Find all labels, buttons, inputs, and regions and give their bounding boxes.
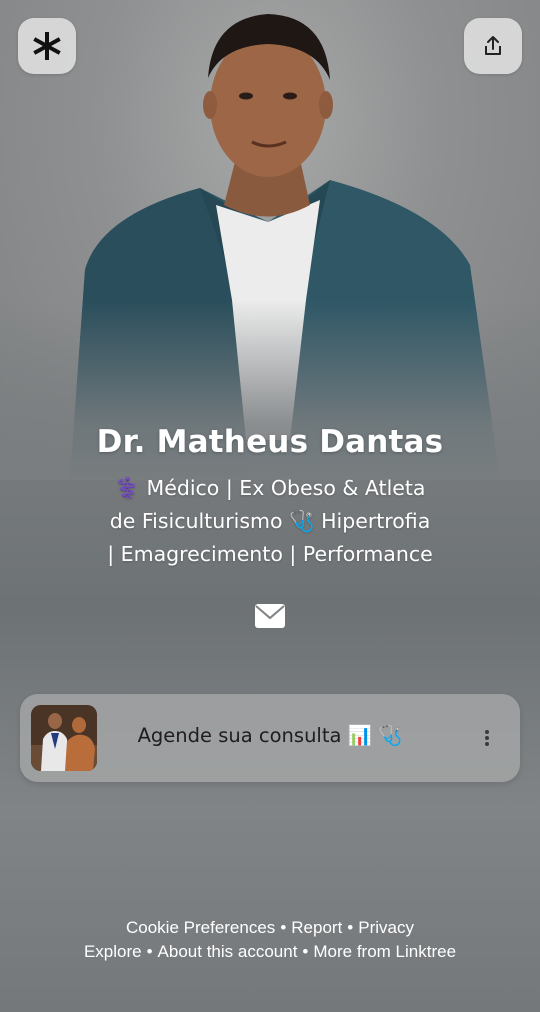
mail-icon <box>255 604 285 628</box>
footer-separator: • <box>146 942 153 961</box>
link-label: Agende sua consulta 📊 🩺 <box>137 724 403 747</box>
privacy-link[interactable]: Privacy <box>358 918 414 937</box>
profile-thumbnail <box>31 705 97 771</box>
footer-separator: • <box>280 918 287 937</box>
email-button[interactable] <box>252 600 288 632</box>
share-button[interactable] <box>464 18 522 74</box>
bio-line: de Fisiculturismo 🩺 Hipertrofia <box>109 509 431 533</box>
more-from-linktree-link[interactable]: More from Linktree <box>313 942 456 961</box>
footer: Cookie Preferences • Report • Privacy Explor… <box>0 916 540 964</box>
bio-line: | Emagrecimento | Performance <box>107 542 433 566</box>
kebab-dots <box>485 730 489 746</box>
more-vertical-icon[interactable] <box>476 724 498 752</box>
report-link[interactable]: Report <box>291 918 342 937</box>
footer-separator: • <box>302 942 309 961</box>
footer-separator: • <box>347 918 354 937</box>
cookie-preferences-link[interactable]: Cookie Preferences <box>126 918 275 937</box>
link-card-agende[interactable]: Agende sua consulta 📊 🩺 <box>20 694 520 782</box>
linktree-asterisk-icon <box>33 32 61 60</box>
bio-line: ⚕️ Médico | Ex Obeso & Atleta <box>114 476 426 500</box>
share-icon <box>485 36 501 55</box>
profile-hero-image <box>0 0 540 480</box>
linktree-logo-button[interactable] <box>18 18 76 74</box>
profile-bio: ⚕️ Médico | Ex Obeso & Atleta de Fisicul… <box>90 472 450 571</box>
explore-link[interactable]: Explore <box>84 942 142 961</box>
footer-row-2: Explore • About this account • More from Lin… <box>0 940 540 964</box>
about-account-link[interactable]: About this account <box>158 942 298 961</box>
thumbnail-art <box>31 705 97 771</box>
profile-name: Dr. Matheus Dantas <box>96 424 444 460</box>
footer-row-1: Cookie Preferences • Report • Privacy <box>0 916 540 940</box>
